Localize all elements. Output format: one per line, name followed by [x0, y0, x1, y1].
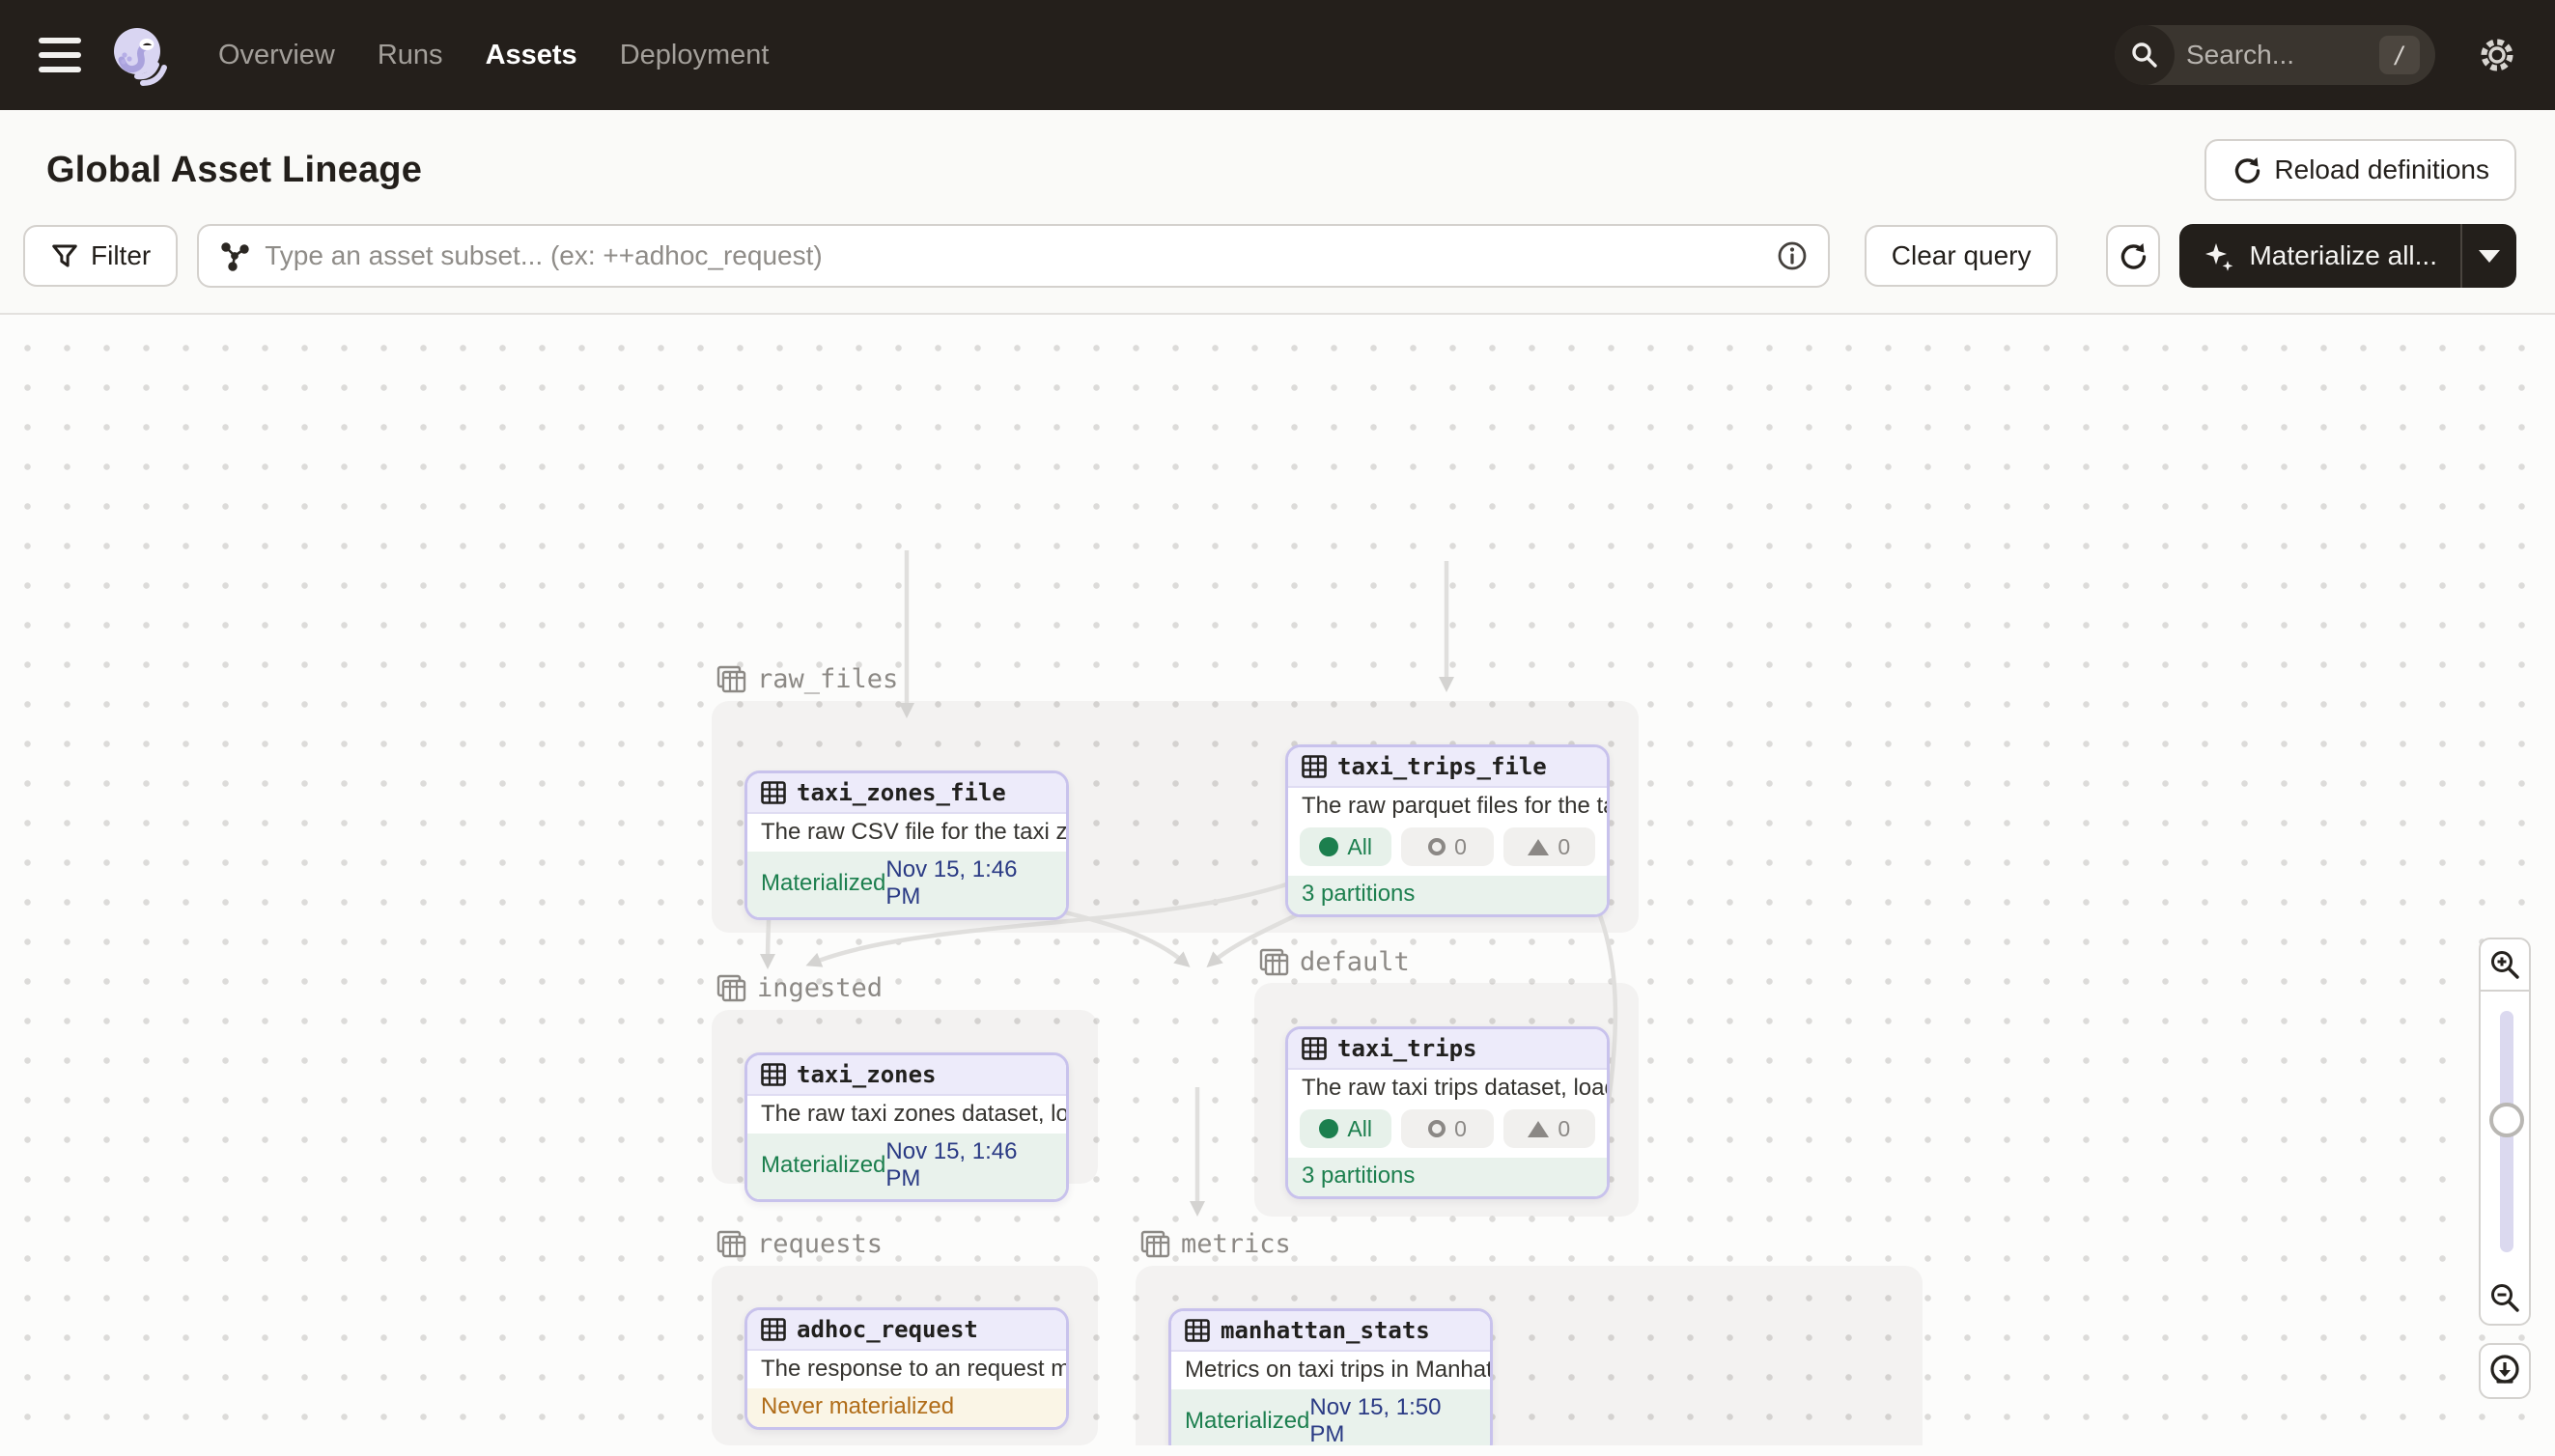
zoom-slider-thumb[interactable]: [2489, 1103, 2524, 1137]
failed-ring-icon: [1428, 838, 1446, 855]
table-icon: [1185, 1319, 1210, 1342]
asset-description: The raw taxi trips dataset, loaded into …: [1288, 1070, 1607, 1107]
asset-node-manhattan_stats[interactable]: manhattan_stats Metrics on taxi trips in…: [1168, 1308, 1493, 1445]
materialized-dot-icon: [1319, 1119, 1338, 1138]
lineage-edges: [0, 315, 2555, 1445]
zoom-in-button[interactable]: [2479, 938, 2531, 992]
zoom-out-icon: [2488, 1281, 2521, 1314]
missing-triangle-icon: [1528, 1121, 1549, 1137]
materialize-options-button[interactable]: [2460, 224, 2516, 288]
group-icon: [716, 1230, 747, 1259]
nav-links: Overview Runs Assets Deployment: [218, 40, 769, 71]
asset-node-adhoc_request[interactable]: adhoc_request The response to an request…: [744, 1307, 1069, 1430]
refresh-button[interactable]: [2106, 225, 2160, 287]
sparkle-icon: [2203, 239, 2235, 272]
asset-graph-icon: [218, 239, 251, 272]
group-label-metrics[interactable]: metrics: [1140, 1229, 1291, 1259]
partition-pill-missing: 0: [1503, 1109, 1595, 1148]
hamburger-menu-icon[interactable]: [39, 31, 87, 79]
status-badge: Never materialized: [761, 1393, 954, 1420]
info-icon[interactable]: [1776, 239, 1809, 272]
zoom-slider[interactable]: [2479, 992, 2531, 1272]
clear-query-button[interactable]: Clear query: [1865, 225, 2059, 287]
partition-pills: All 0 0: [1288, 1107, 1607, 1158]
refresh-icon: [2118, 240, 2148, 271]
partitions-count: 3 partitions: [1302, 1162, 1415, 1190]
asset-name: adhoc_request: [797, 1316, 978, 1343]
search-icon: [2115, 25, 2175, 85]
missing-triangle-icon: [1528, 839, 1549, 855]
settings-gear-icon[interactable]: [2474, 32, 2520, 78]
group-icon: [1259, 948, 1290, 977]
group-label-raw_files[interactable]: raw_files: [716, 664, 898, 694]
lineage-canvas[interactable]: raw_files ingested default requests: [0, 315, 2555, 1445]
materialization-timestamp: Nov 15, 1:50 PM: [1309, 1394, 1476, 1445]
page-title: Global Asset Lineage: [46, 150, 422, 191]
asset-name: manhattan_stats: [1221, 1317, 1430, 1344]
asset-node-taxi_zones_file[interactable]: taxi_zones_file The raw CSV file for the…: [744, 770, 1069, 920]
group-label-default[interactable]: default: [1259, 947, 1410, 977]
materialization-timestamp: Nov 15, 1:46 PM: [885, 856, 1053, 910]
search-shortcut-badge: /: [2379, 36, 2420, 74]
funnel-icon: [50, 241, 79, 270]
group-icon: [1140, 1230, 1171, 1259]
download-icon: [2486, 1353, 2523, 1389]
chevron-down-icon: [2479, 250, 2500, 263]
zoom-out-button[interactable]: [2479, 1272, 2531, 1326]
download-image-button[interactable]: [2479, 1343, 2531, 1399]
table-icon: [1302, 1037, 1327, 1060]
asset-description: The raw parquet files for the taxi trips…: [1288, 788, 1607, 826]
asset-description: Metrics on taxi trips in Manhattan: [1171, 1352, 1490, 1389]
asset-name: taxi_trips: [1337, 1035, 1477, 1062]
asset-name: taxi_zones: [797, 1061, 937, 1088]
reload-definitions-button[interactable]: Reload definitions: [2204, 139, 2516, 201]
search-box[interactable]: /: [2115, 25, 2435, 85]
table-icon: [761, 1318, 786, 1341]
materialize-all-button[interactable]: Materialize all...: [2179, 224, 2460, 288]
partition-pill-missing: 0: [1503, 827, 1595, 866]
nav-item-runs[interactable]: Runs: [378, 40, 443, 71]
status-badge: Materialized: [761, 870, 885, 897]
zoom-in-icon: [2488, 948, 2521, 981]
table-icon: [1302, 755, 1327, 778]
materialize-all-split-button: Materialize all...: [2179, 224, 2516, 288]
table-icon: [761, 781, 786, 804]
filter-button[interactable]: Filter: [23, 225, 178, 287]
reload-icon: [2232, 154, 2262, 185]
partition-pill-failed: 0: [1401, 827, 1493, 866]
group-label-ingested[interactable]: ingested: [716, 973, 883, 1003]
status-badge: Materialized: [761, 1152, 885, 1179]
status-badge: Materialized: [1185, 1408, 1309, 1435]
group-icon: [716, 665, 747, 694]
search-input[interactable]: [2186, 40, 2350, 70]
asset-name: taxi_trips_file: [1337, 753, 1547, 780]
asset-description: The raw taxi zones dataset, loaded int..…: [747, 1096, 1066, 1134]
partition-pills: All 0 0: [1288, 826, 1607, 876]
partitions-count: 3 partitions: [1302, 881, 1415, 908]
partition-pill-failed: 0: [1401, 1109, 1493, 1148]
group-icon: [716, 974, 747, 1003]
asset-node-taxi_trips[interactable]: taxi_trips The raw taxi trips dataset, l…: [1285, 1026, 1610, 1199]
materialization-timestamp: Nov 15, 1:46 PM: [885, 1138, 1053, 1192]
group-label-requests[interactable]: requests: [716, 1229, 883, 1259]
table-icon: [761, 1063, 786, 1086]
asset-node-taxi_trips_file[interactable]: taxi_trips_file The raw parquet files fo…: [1285, 744, 1610, 917]
nav-item-assets[interactable]: Assets: [486, 40, 577, 71]
zoom-controls: [2479, 938, 2531, 1399]
asset-query-input-wrap: [197, 224, 1830, 288]
asset-description: The raw CSV file for the taxi zones dat.…: [747, 814, 1066, 852]
asset-name: taxi_zones_file: [797, 779, 1006, 806]
dagster-logo[interactable]: [108, 23, 172, 87]
nav-item-deployment[interactable]: Deployment: [620, 40, 770, 71]
materialized-dot-icon: [1319, 837, 1338, 856]
page-header: Global Asset Lineage Reload definitions …: [0, 110, 2555, 315]
partition-pill-materialized: All: [1300, 1109, 1391, 1148]
asset-node-taxi_zones[interactable]: taxi_zones The raw taxi zones dataset, l…: [744, 1052, 1069, 1202]
asset-description: The response to an request made in th...: [747, 1351, 1066, 1388]
top-nav: Overview Runs Assets Deployment /: [0, 0, 2555, 110]
asset-query-input[interactable]: [265, 240, 1776, 271]
partition-pill-materialized: All: [1300, 827, 1391, 866]
failed-ring-icon: [1428, 1120, 1446, 1137]
nav-item-overview[interactable]: Overview: [218, 40, 335, 71]
